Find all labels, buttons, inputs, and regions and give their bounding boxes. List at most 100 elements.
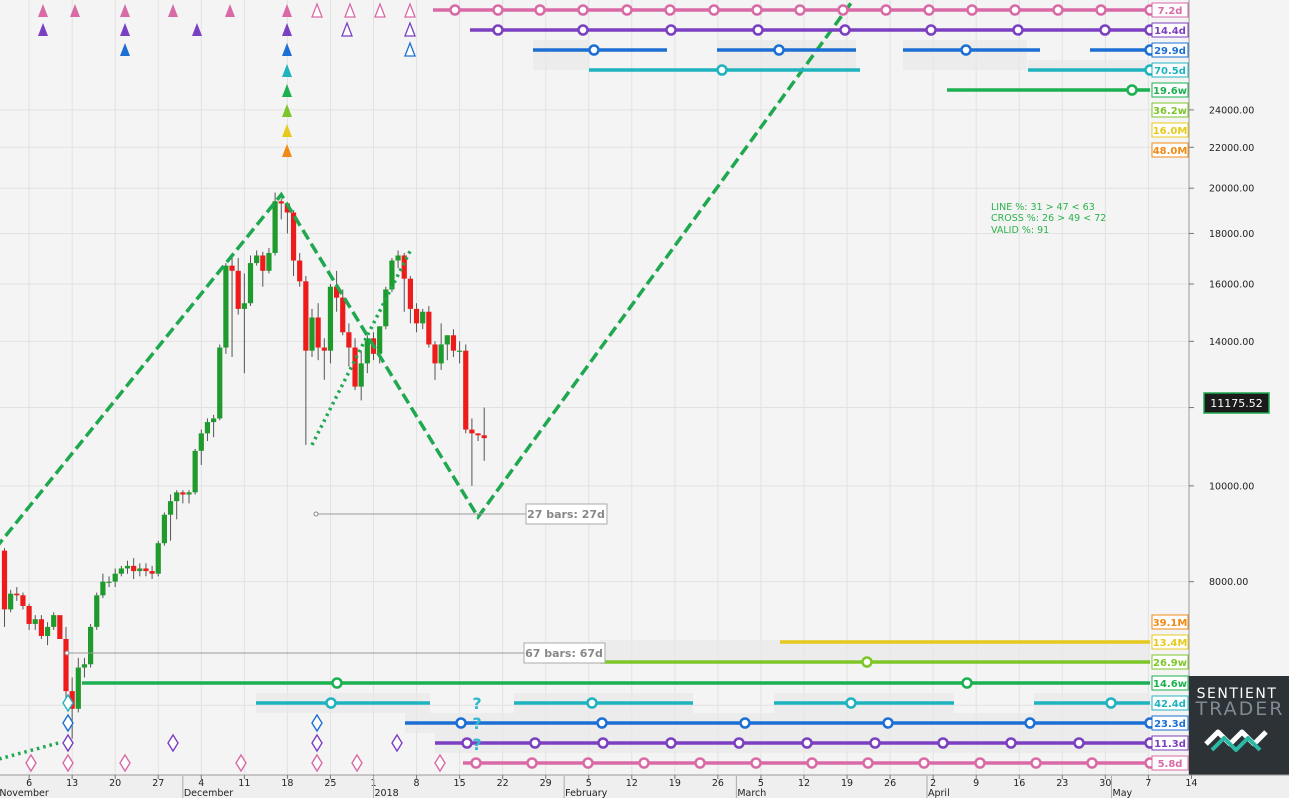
x-tick-label: 15 <box>454 778 466 789</box>
top-cycle-node <box>837 4 849 16</box>
y-tick-label: 22000.00 <box>1209 143 1254 154</box>
top-cycle-node <box>665 24 677 36</box>
question-mark-3: ? <box>472 735 481 754</box>
candle-down <box>1 550 8 610</box>
top-cycle-node <box>839 24 851 36</box>
bottom-cycle-node <box>638 757 650 769</box>
top-cycle-node <box>751 4 763 16</box>
candle-down <box>260 255 266 271</box>
candle-down <box>475 433 481 436</box>
top-cycle-node <box>960 44 972 56</box>
candle-up <box>161 514 167 544</box>
candle-up <box>51 615 57 627</box>
candle-up <box>94 595 100 627</box>
candle-up <box>167 501 174 515</box>
x-tick-label: 19 <box>841 778 853 789</box>
candle-up <box>395 255 401 261</box>
candle-down <box>315 317 321 348</box>
candle-down <box>229 265 235 271</box>
bottom-cycle-tag-label: 11.3d <box>1154 739 1186 750</box>
bottom-cycle-node <box>937 737 949 749</box>
top-cycle-node <box>1052 4 1064 16</box>
top-cycle-node <box>621 4 633 16</box>
top-cycle-node <box>449 4 461 16</box>
bottom-cycle-tag-label: 26.9w <box>1153 658 1187 669</box>
month-label: February <box>565 788 607 798</box>
y-tick-label: 16000.00 <box>1209 280 1254 291</box>
top-cycle-node <box>1099 24 1111 36</box>
candle-down <box>340 297 346 333</box>
candle-up <box>254 255 260 264</box>
bottom-cycle-node <box>739 717 751 729</box>
candle-up <box>383 289 389 327</box>
candle-up <box>75 667 81 709</box>
bottom-cycle-node <box>694 757 706 769</box>
x-tick-label: 29 <box>540 778 552 789</box>
month-label: November <box>0 788 49 798</box>
bottom-cycle-node <box>918 757 930 769</box>
bottom-cycle-node <box>331 677 343 689</box>
candle-up <box>106 581 112 583</box>
candle-down <box>463 350 469 430</box>
candle-down <box>149 571 155 574</box>
x-tick-label: 12 <box>626 778 638 789</box>
month-label: December <box>184 788 233 798</box>
x-tick-label: 25 <box>324 778 336 789</box>
candle-up <box>137 568 143 572</box>
candle-down <box>450 335 457 351</box>
bottom-cycle-node <box>974 757 986 769</box>
candle-up <box>358 363 364 387</box>
stat-cross: CROSS %: 26 > 49 < 72 <box>991 213 1106 224</box>
candle-up <box>272 201 278 253</box>
top-cycle-node <box>577 4 589 16</box>
top-cycle-tag-label: 7.2d <box>1158 6 1183 17</box>
bottom-cycle-node <box>586 697 598 709</box>
candle-up <box>198 433 204 451</box>
month-label: April <box>928 788 950 798</box>
x-tick-label: 11 <box>238 778 250 789</box>
candle-up <box>186 492 192 495</box>
candle-down <box>481 435 487 439</box>
y-tick-label: 24000.00 <box>1209 105 1254 116</box>
bottom-cycle-node <box>869 737 881 749</box>
top-cycle-node <box>925 24 937 36</box>
top-cycle-node <box>588 44 600 56</box>
bottom-cycle-node <box>1086 757 1098 769</box>
bars-label-top: 27 bars: 27d <box>527 508 605 521</box>
candle-up <box>204 422 211 434</box>
candle-down <box>407 278 413 309</box>
candle-up <box>217 347 223 419</box>
candle-up <box>438 344 444 364</box>
candle-down <box>14 593 20 596</box>
bottom-cycle-tag-label: 14.6w <box>1153 679 1187 690</box>
y-tick-label: 14000.00 <box>1209 337 1254 348</box>
candle-up <box>112 573 118 582</box>
x-tick-label: 16 <box>1013 778 1025 789</box>
candle-up <box>174 492 180 502</box>
candle-down <box>432 344 438 364</box>
bottom-cycle-node <box>1073 737 1085 749</box>
cycle-shade <box>717 40 856 70</box>
top-cycle-node <box>923 4 935 16</box>
top-cycle-node <box>1012 24 1024 36</box>
top-cycle-node <box>577 24 589 36</box>
month-label: 2018 <box>375 788 399 798</box>
x-tick-label: 27 <box>152 778 164 789</box>
candle-down <box>131 565 137 572</box>
candle-down <box>352 347 358 387</box>
bottom-cycle-node <box>526 757 538 769</box>
current-price: 11175.52 <box>1210 397 1263 410</box>
x-tick-label: 23 <box>1056 778 1068 789</box>
candle-up <box>247 263 254 304</box>
month-label: May <box>1113 788 1133 798</box>
bottom-cycle-node <box>750 757 762 769</box>
candle-up <box>81 664 88 668</box>
candle-down <box>426 311 432 345</box>
candle-up <box>155 543 161 574</box>
bottom-cycle-node <box>665 737 677 749</box>
bottom-cycle-tag-label: 23.3d <box>1154 719 1186 730</box>
top-cycle-node <box>880 4 892 16</box>
candle-down <box>57 615 63 640</box>
bottom-cycle-tag-label: 13.4M <box>1153 638 1188 649</box>
bottom-cycle-node <box>861 656 873 668</box>
